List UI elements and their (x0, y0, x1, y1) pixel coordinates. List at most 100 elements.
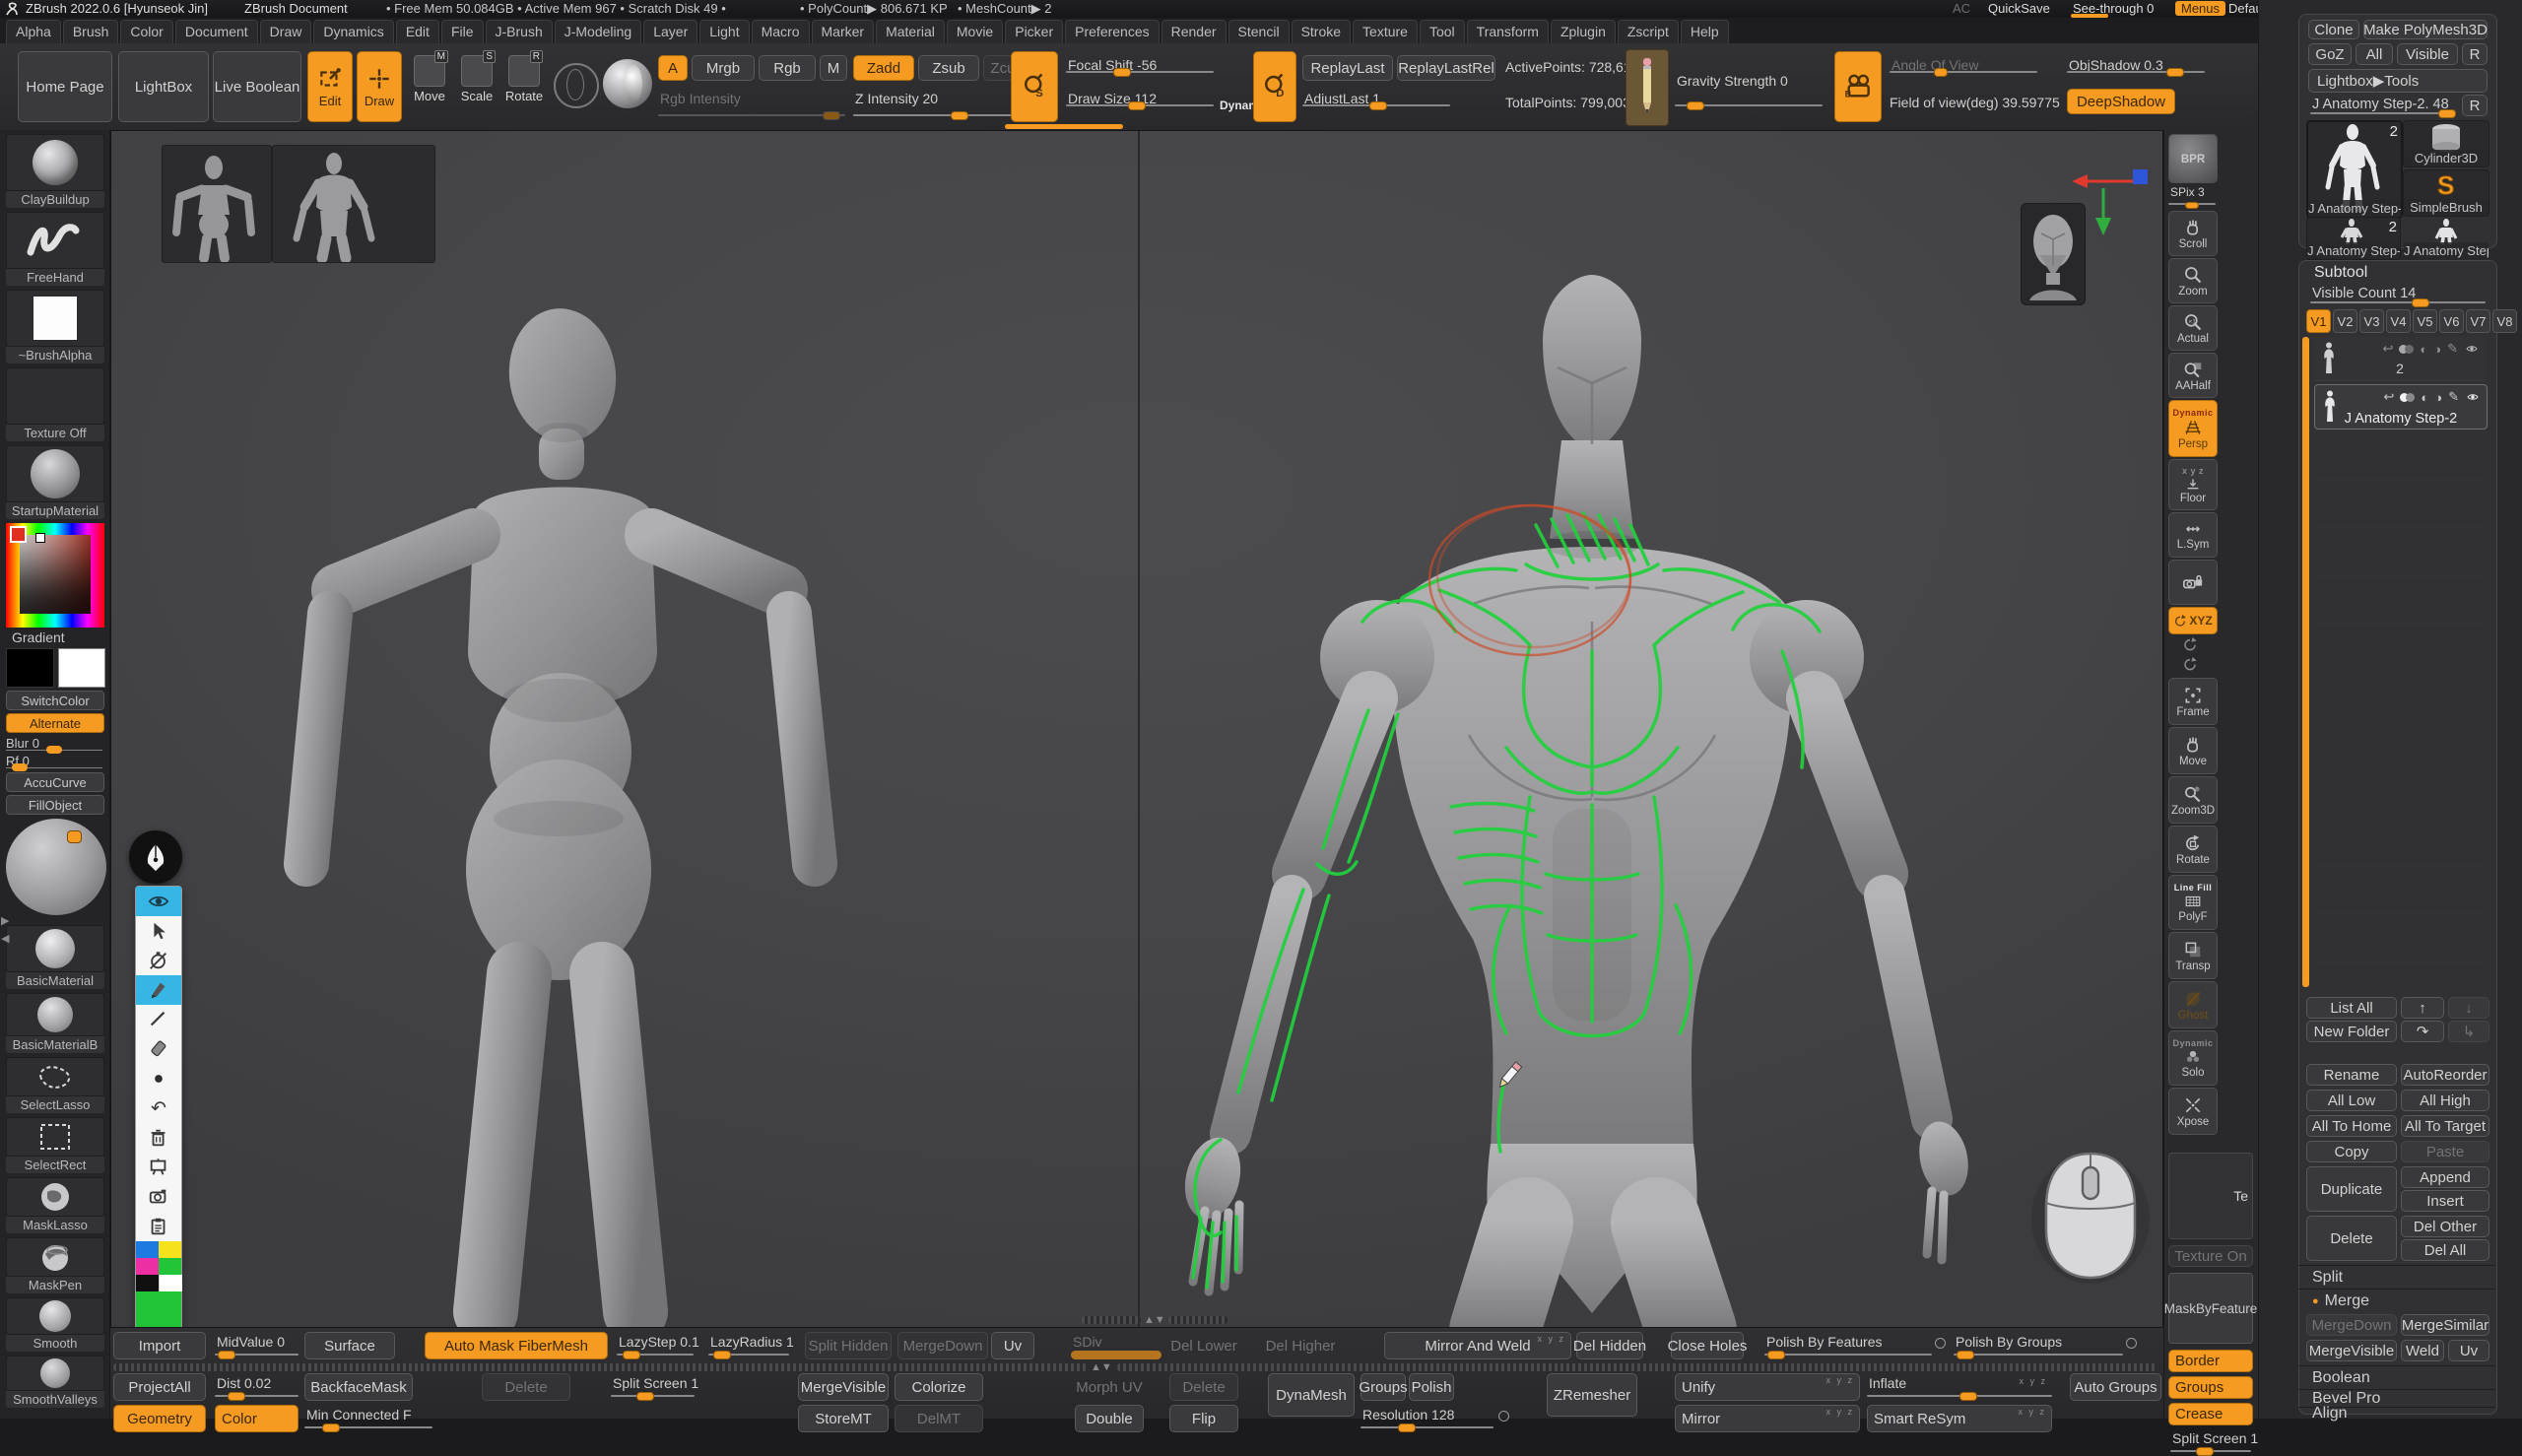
double-button[interactable]: Double (1075, 1405, 1144, 1432)
dist-slider[interactable]: Dist 0.02 (215, 1375, 299, 1399)
menu-zplugin[interactable]: Zplugin (1551, 20, 1616, 43)
inflate-slider[interactable]: Inflate x y z (1867, 1375, 2052, 1399)
del-higher-button[interactable]: Del Higher (1264, 1332, 1337, 1359)
basic-material-thumb[interactable]: BasicMaterial (6, 925, 104, 989)
accucurve-button[interactable]: AccuCurve (6, 772, 104, 792)
menu-edit[interactable]: Edit (396, 20, 439, 43)
subtool-empty-row[interactable] (2314, 625, 2486, 673)
ghost-button[interactable]: Ghost (2168, 981, 2218, 1028)
gradient-label[interactable]: Gradient (6, 629, 108, 645)
gravity-pencil-thumb[interactable] (1626, 49, 1669, 126)
dynamesh-button[interactable]: DynaMesh (1268, 1373, 1355, 1417)
secondary-color-swatch[interactable] (58, 648, 106, 688)
resolution-toggle[interactable] (1498, 1411, 1509, 1422)
panel-edge-scrollstrip[interactable] (2261, 650, 2271, 995)
vtab-v7[interactable]: V7 (2466, 309, 2490, 333)
menu-alpha[interactable]: Alpha (6, 20, 61, 43)
halfcircle-icon[interactable]: ◐ (2420, 342, 2427, 357)
menu-transform[interactable]: Transform (1467, 20, 1549, 43)
auto-reorder-button[interactable]: AutoReorder (2401, 1064, 2489, 1086)
annot-visibility-button[interactable] (136, 887, 181, 916)
replay-last-button[interactable]: ReplayLast (1302, 55, 1393, 81)
color-picker[interactable] (6, 523, 104, 628)
move-canvas-button[interactable]: Move (2168, 727, 2218, 774)
vtab-v3[interactable]: V3 (2359, 309, 2384, 333)
color-yellow[interactable] (159, 1241, 181, 1258)
menu-render[interactable]: Render (1161, 20, 1227, 43)
auto-groups-button[interactable]: Auto Groups (2070, 1373, 2161, 1401)
paste-button[interactable]: Paste (2401, 1141, 2489, 1162)
m-button[interactable]: M (820, 55, 847, 81)
material-picker-button[interactable] (603, 59, 652, 108)
goz-visible-button[interactable]: Visible (2397, 43, 2458, 65)
del-other-button[interactable]: Del Other (2401, 1216, 2489, 1237)
bottom-scrollstrip-left[interactable] (113, 1363, 1087, 1371)
home-page-button[interactable]: Home Page (18, 51, 112, 122)
annot-whiteboard-button[interactable] (136, 1153, 181, 1182)
camera-head-preview[interactable] (2021, 203, 2086, 305)
menu-stroke[interactable]: Stroke (1292, 20, 1351, 43)
main-color-swatch[interactable] (6, 648, 54, 688)
sdiv-slider[interactable]: SDiv (1071, 1334, 1161, 1357)
bottom-scrollstrip-right[interactable] (1117, 1363, 2157, 1371)
surface-button[interactable]: Surface (304, 1332, 395, 1359)
texture-preview-box[interactable]: Te (2168, 1153, 2253, 1239)
subtool-empty-row[interactable] (2314, 431, 2486, 480)
rgb-intensity-slider[interactable]: Rgb Intensity (658, 91, 845, 118)
visibility-eye-icon[interactable] (2465, 391, 2481, 403)
polypaint-arrow-icon[interactable]: ↩ (2383, 389, 2394, 405)
midvalue-slider[interactable]: MidValue 0 (215, 1334, 299, 1357)
solo-button[interactable]: Dynamic Solo (2168, 1030, 2218, 1086)
geometry-button[interactable]: Geometry (113, 1405, 206, 1432)
close-holes-button[interactable]: Close Holes (1671, 1332, 1744, 1359)
halfcircle-icon[interactable]: ◐ (2421, 390, 2428, 405)
zoom-button[interactable]: Zoom (2168, 258, 2218, 303)
menu-stencil[interactable]: Stencil (1228, 20, 1290, 43)
paint-icon[interactable]: ✎ (2448, 389, 2459, 405)
persp-button[interactable]: Dynamic Persp (2168, 400, 2218, 457)
goz-button[interactable]: GoZ (2308, 43, 2352, 65)
xpose-button[interactable]: Xpose (2168, 1088, 2218, 1135)
menu-texture[interactable]: Texture (1353, 20, 1418, 43)
annot-marker-button[interactable] (136, 975, 181, 1005)
subtool-empty-row[interactable] (2314, 914, 2486, 962)
stroke-thumbnail[interactable]: FreeHand (6, 212, 104, 286)
hue-cursor[interactable] (10, 526, 27, 543)
lsym-button[interactable]: L.Sym (2168, 512, 2218, 558)
lazyradius-slider[interactable]: LazyRadius 1 (708, 1334, 789, 1357)
draw-size-slider[interactable]: Draw Size 112 (1066, 91, 1214, 108)
zsub-button[interactable]: Zsub (918, 55, 979, 81)
menu-dynamics[interactable]: Dynamics (313, 20, 393, 43)
visibility-eye-icon[interactable] (2464, 343, 2480, 355)
stroke-picker-button[interactable] (554, 63, 599, 108)
cylinder3d-thumbnail[interactable]: Cylinder3D (2403, 120, 2489, 167)
subtool-empty-row[interactable] (2314, 769, 2486, 818)
crease-button[interactable]: Crease (2168, 1403, 2253, 1425)
menus-toggle[interactable]: Menus (2175, 1, 2225, 16)
fill-object-button[interactable]: FillObject (6, 795, 104, 815)
merge-visible-button[interactable]: MergeVisible (2306, 1340, 2397, 1361)
scale-mode-button[interactable]: S Scale (455, 55, 498, 103)
goz-r-button[interactable]: R (2462, 43, 2488, 65)
copy-button[interactable]: Copy (2306, 1141, 2397, 1162)
deep-shadow-button[interactable]: DeepShadow (2067, 89, 2175, 114)
polyf-button[interactable]: Line Fill PolyF (2168, 875, 2218, 930)
mask-pen-thumb[interactable]: MaskPen (6, 1237, 104, 1293)
scroll-button[interactable]: Scroll (2168, 211, 2218, 256)
live-boolean-button[interactable]: Live Boolean (213, 51, 301, 122)
a-button[interactable]: A (658, 55, 688, 81)
move-mode-button[interactable]: M Move (408, 55, 451, 103)
goz-all-button[interactable]: All (2356, 43, 2393, 65)
mirror-button[interactable]: Mirrorx y z (1675, 1405, 1860, 1432)
split-section[interactable]: Split (2298, 1265, 2495, 1289)
document-canvas[interactable]: ↶ ▲▼ (110, 130, 2163, 1328)
sv-cursor[interactable] (35, 533, 45, 543)
quicksave-button[interactable]: QuickSave (1988, 1, 2050, 16)
polish-features-toggle[interactable] (1935, 1338, 1946, 1349)
annot-undo-button[interactable]: ↶ (136, 1093, 181, 1123)
menu-help[interactable]: Help (1681, 20, 1729, 43)
tool-r-button[interactable]: R (2462, 95, 2488, 116)
obj-shadow-slider[interactable]: ObjShadow 0.3 (2067, 57, 2205, 75)
resolution-slider[interactable]: Resolution 128 (1361, 1407, 1493, 1430)
smooth-thumb[interactable]: Smooth (6, 1297, 104, 1352)
